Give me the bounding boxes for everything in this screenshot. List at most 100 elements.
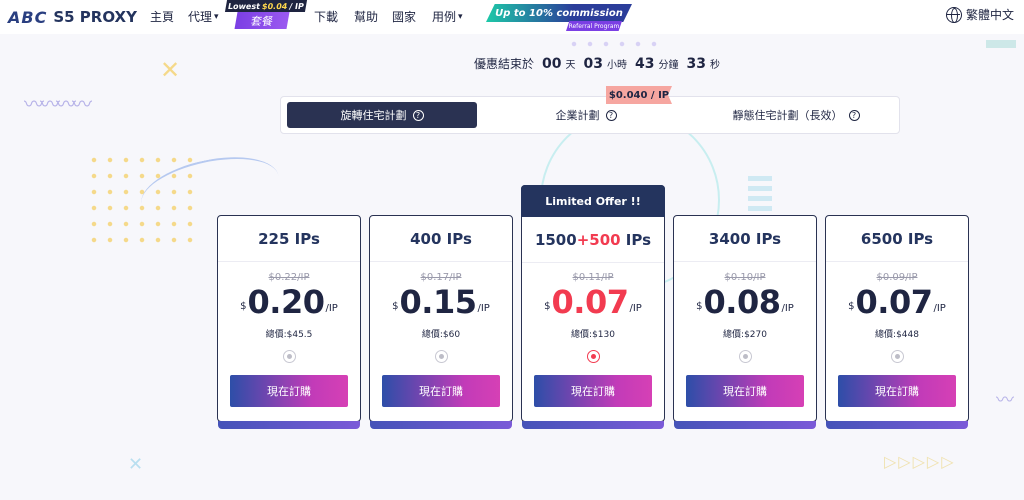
plan-radio-selected[interactable]	[587, 350, 600, 363]
plan-radio[interactable]	[891, 350, 904, 363]
plan-price-unit: /IP	[629, 303, 642, 314]
nav-item-use-cases[interactable]: 用例 ▾	[432, 8, 463, 25]
nav-item-label: 幫助	[354, 10, 379, 24]
promo-package-label: 套餐	[234, 12, 290, 29]
plan-total: 總價:$60	[421, 330, 461, 340]
plan-title-base: 1500	[534, 230, 577, 249]
plan-total: 總價:$45.5	[265, 330, 313, 340]
countdown-timer: 優惠結束於 00 天 03 小時 43 分鐘 33 秒	[474, 55, 720, 72]
dots-decoration	[86, 152, 198, 248]
tab-static-residential[interactable]: 靜態住宅計劃（長效） ?	[701, 102, 891, 128]
plan-card-1500-featured: Limited Offer !! 1500 +500 IPs $0.11/IP $…	[521, 185, 665, 429]
countdown-days: 00	[542, 56, 562, 72]
plan-price: $ 0.07 /IP	[522, 286, 664, 318]
plan-currency: $	[240, 301, 247, 312]
countdown-seconds: 33	[686, 56, 706, 72]
bars-decoration	[986, 40, 1016, 48]
plan-radio[interactable]	[435, 350, 448, 363]
plan-radio[interactable]	[283, 350, 296, 363]
order-now-button[interactable]: 現在訂購	[838, 375, 956, 407]
plan-title-unit: IPs	[620, 230, 652, 249]
card-footer-bar	[218, 421, 360, 429]
triangles-decoration: ▷▷▷▷▷	[884, 452, 956, 471]
cross-decoration: ✕	[128, 454, 144, 475]
zigzag-decoration: 〰	[996, 390, 1014, 411]
nav-item-countries[interactable]: 國家	[392, 8, 416, 25]
chevron-down-icon: ▾	[458, 11, 463, 22]
plan-radio[interactable]	[739, 350, 752, 363]
top-navbar: ABC S5 PROXY 主頁 代理 ▾ Lowest $0.04 / IP 套…	[0, 0, 1024, 34]
help-icon[interactable]: ?	[412, 109, 424, 121]
globe-icon	[946, 6, 962, 23]
help-icon[interactable]: ?	[848, 109, 860, 121]
plan-price-unit: /IP	[477, 303, 490, 314]
nav-item-help[interactable]: 幫助	[354, 8, 378, 25]
promo-package-link[interactable]: Lowest $0.04 / IP 套餐	[224, 0, 308, 30]
card-footer-bar	[674, 421, 816, 429]
plan-currency: $	[544, 301, 551, 312]
zigzag-decoration: 〰〰〰〰	[24, 92, 92, 116]
plan-price-amount: 0.07	[551, 283, 629, 321]
plan-card-400: 400 IPs $0.17/IP $ 0.15 /IP 總價:$60 現在訂購	[369, 215, 513, 429]
plan-currency: $	[696, 301, 703, 312]
countdown-hours: 03	[583, 56, 603, 72]
plan-original-price: $0.11/IP	[572, 272, 614, 283]
plan-price-unit: /IP	[325, 303, 338, 314]
logo-abc: ABC	[8, 7, 48, 27]
plan-price-amount: 0.20	[247, 283, 325, 321]
language-selector[interactable]: 繁體中文	[946, 6, 1014, 23]
plan-original-price: $0.22/IP	[268, 272, 310, 283]
nav-item-label: 用例	[432, 10, 457, 24]
enterprise-price-flag: $0.040 / IP	[606, 86, 672, 104]
chevron-down-icon: ▾	[214, 11, 219, 22]
nav-item-label: 國家	[392, 10, 417, 24]
help-icon[interactable]: ?	[605, 109, 617, 121]
plan-title: 400 IPs	[370, 216, 512, 262]
plan-price: $ 0.15 /IP	[370, 286, 512, 318]
card-footer-bar	[522, 421, 664, 429]
nav-item-proxy[interactable]: 代理 ▾	[188, 8, 219, 25]
promo-lowest-banner: Lowest $0.04 / IP	[224, 0, 308, 12]
order-now-button[interactable]: 現在訂購	[230, 375, 348, 407]
plan-card-6500: 6500 IPs $0.09/IP $ 0.07 /IP 總價:$448 現在訂…	[825, 215, 969, 429]
plan-price: $ 0.08 /IP	[674, 286, 816, 318]
nav-item-home[interactable]: 主頁	[150, 8, 174, 25]
plan-total: 總價:$270	[723, 330, 767, 340]
countdown-minutes-unit: 分鐘	[658, 60, 679, 71]
nav-item-label: 代理	[188, 10, 213, 24]
commission-title: Up to 10% commission	[486, 4, 632, 22]
plan-tabs: 旋轉住宅計劃 ? 企業計劃 ? 靜態住宅計劃（長效） ?	[280, 96, 900, 134]
plan-title: 1500 +500 IPs	[522, 217, 664, 263]
plan-original-price: $0.10/IP	[724, 272, 766, 283]
plan-card-225: 225 IPs $0.22/IP $ 0.20 /IP 總價:$45.5 現在訂…	[217, 215, 361, 429]
countdown-prefix: 優惠結束於	[474, 57, 535, 71]
plan-original-price: $0.09/IP	[876, 272, 918, 283]
order-now-button[interactable]: 現在訂購	[686, 375, 804, 407]
order-now-button[interactable]: 現在訂購	[382, 375, 500, 407]
logo[interactable]: ABC S5 PROXY	[8, 6, 137, 28]
plan-price-unit: /IP	[933, 303, 946, 314]
tab-enterprise[interactable]: 企業計劃 ?	[511, 102, 661, 128]
nav-item-label: 下載	[314, 10, 339, 24]
plan-currency: $	[848, 301, 855, 312]
tab-label: 靜態住宅計劃（長效）	[732, 109, 843, 122]
commission-subtitle: Referral Program	[566, 21, 622, 31]
order-now-button[interactable]: 現在訂購	[534, 375, 652, 407]
dots-decoration-purple	[566, 36, 662, 52]
tab-rotating-residential[interactable]: 旋轉住宅計劃 ?	[287, 102, 477, 128]
plan-total: 總價:$448	[875, 330, 919, 340]
nav-item-download[interactable]: 下載	[314, 8, 338, 25]
plan-currency: $	[392, 301, 399, 312]
plan-original-price: $0.17/IP	[420, 272, 462, 283]
limited-offer-badge: Limited Offer !!	[521, 185, 665, 217]
plan-price-amount: 0.07	[855, 283, 933, 321]
card-footer-bar	[370, 421, 512, 429]
commission-banner[interactable]: Up to 10% commission Referral Program	[486, 4, 632, 31]
countdown-seconds-unit: 秒	[709, 60, 720, 71]
plan-title: 6500 IPs	[826, 216, 968, 262]
plan-total: 總價:$130	[571, 330, 615, 340]
tab-label: 企業計劃	[555, 109, 600, 122]
plan-price: $ 0.20 /IP	[218, 286, 360, 318]
countdown-minutes: 43	[634, 56, 655, 72]
countdown-days-unit: 天	[565, 60, 576, 71]
